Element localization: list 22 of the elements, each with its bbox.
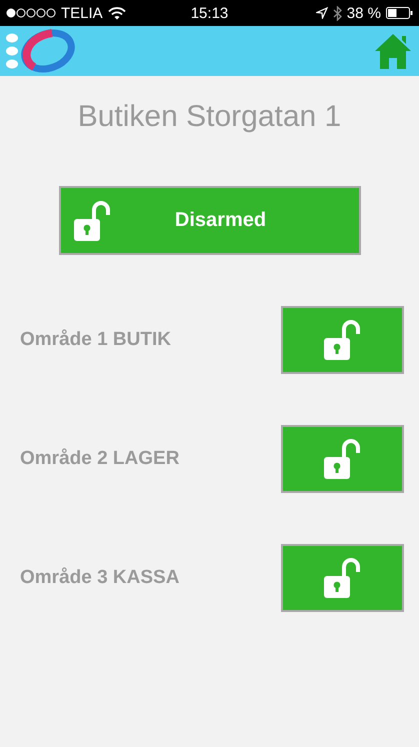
area-lock-button[interactable] — [281, 306, 404, 374]
disarm-status-button[interactable]: Disarmed — [58, 186, 360, 255]
open-padlock-icon — [322, 557, 362, 599]
area-lock-button[interactable] — [281, 425, 404, 493]
location-arrow-icon — [316, 7, 328, 19]
store-title: Butiken Storgatan 1 — [76, 100, 342, 134]
battery-percentage: 38 % — [346, 4, 381, 22]
battery-icon — [386, 7, 413, 19]
bluetooth-icon — [332, 6, 342, 20]
signal-strength-icon — [6, 8, 56, 18]
area-label: Område 1 BUTIK — [20, 329, 171, 351]
open-padlock-icon — [72, 200, 112, 242]
home-icon[interactable] — [373, 32, 413, 70]
open-padlock-icon — [322, 319, 362, 361]
app-logo — [4, 29, 76, 73]
area-lock-button[interactable] — [281, 544, 404, 612]
area-label: Område 3 KASSA — [20, 567, 180, 589]
open-padlock-icon — [322, 438, 362, 480]
carrier-name: TELIA — [61, 4, 103, 22]
area-label: Område 2 LAGER — [20, 448, 180, 470]
clock-time: 15:13 — [190, 4, 228, 22]
wifi-icon — [108, 6, 126, 20]
